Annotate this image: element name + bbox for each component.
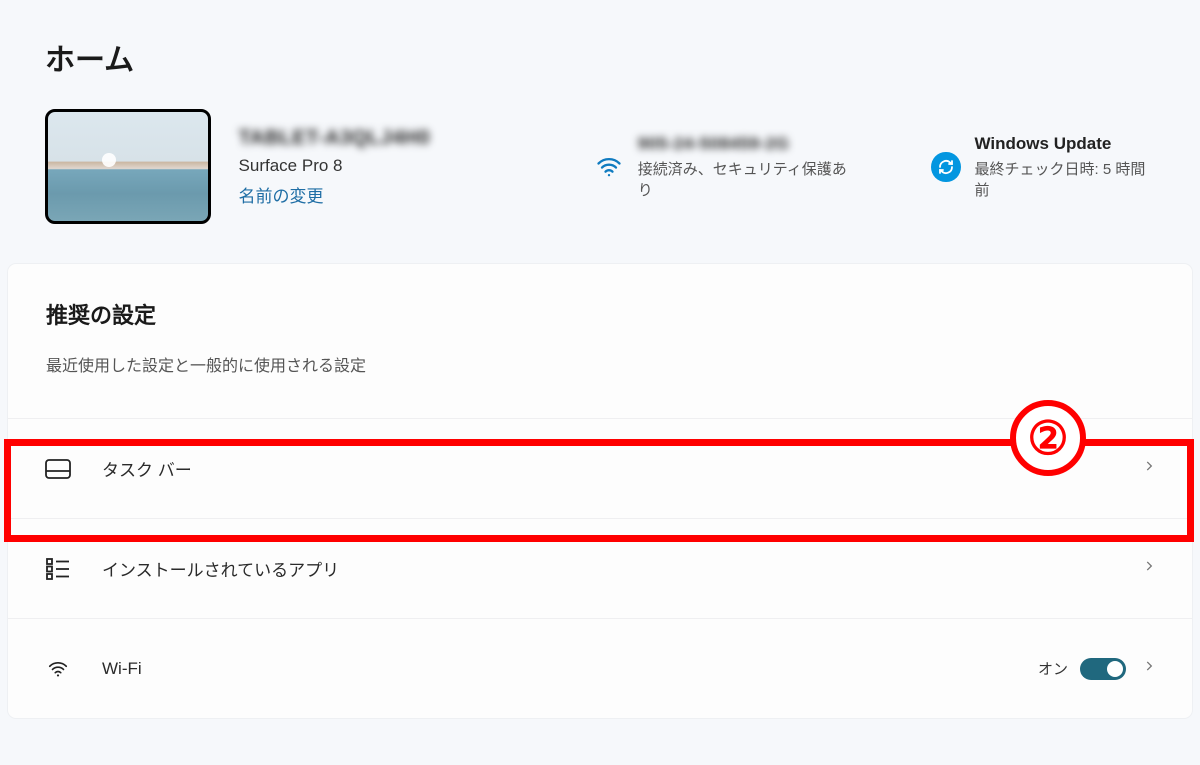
wifi-status: 接続済み、セキュリティ保護あり (638, 158, 856, 200)
wifi-toggle[interactable] (1080, 658, 1126, 680)
windows-update-card[interactable]: Windows Update 最終チェック日時: 5 時間前 (931, 134, 1155, 200)
update-title: Windows Update (975, 134, 1155, 154)
update-status: 最終チェック日時: 5 時間前 (975, 158, 1155, 200)
annotation-badge: ② (1010, 400, 1086, 476)
row-label: タスク バー (102, 456, 1126, 481)
row-label: Wi-Fi (102, 659, 1038, 679)
recommended-subtitle: 最近使用した設定と一般的に使用される設定 (46, 352, 1154, 376)
wifi-ssid: 905-24-508459-2G (638, 134, 856, 154)
row-wifi[interactable]: Wi-Fi オン (8, 618, 1192, 718)
row-label: インストールされているアプリ (102, 556, 1126, 581)
page-title: ホーム (0, 0, 1200, 79)
recommended-title: 推奨の設定 (46, 298, 1154, 330)
rename-link[interactable]: 名前の変更 (239, 182, 324, 207)
apps-icon (44, 555, 72, 583)
device-wallpaper-thumbnail[interactable] (45, 109, 211, 224)
wifi-icon (44, 655, 72, 683)
chevron-right-icon (1142, 559, 1156, 578)
taskbar-icon (44, 455, 72, 483)
device-info: TABLET-A3QLJ4H0 Surface Pro 8 名前の変更 (239, 127, 499, 207)
row-installed-apps[interactable]: インストールされているアプリ (8, 518, 1192, 618)
device-header: TABLET-A3QLJ4H0 Surface Pro 8 名前の変更 905-… (0, 79, 1200, 264)
wifi-status-card[interactable]: 905-24-508459-2G 接続済み、セキュリティ保護あり (595, 134, 856, 200)
chevron-right-icon (1142, 459, 1156, 478)
recommended-card: 推奨の設定 最近使用した設定と一般的に使用される設定 タスク バー インストール… (8, 264, 1192, 718)
wifi-state-text: オン (1038, 658, 1068, 679)
device-name: TABLET-A3QLJ4H0 (239, 127, 499, 150)
chevron-right-icon (1142, 659, 1156, 678)
device-model: Surface Pro 8 (239, 156, 499, 176)
update-icon (931, 152, 960, 182)
wifi-icon (595, 152, 624, 182)
